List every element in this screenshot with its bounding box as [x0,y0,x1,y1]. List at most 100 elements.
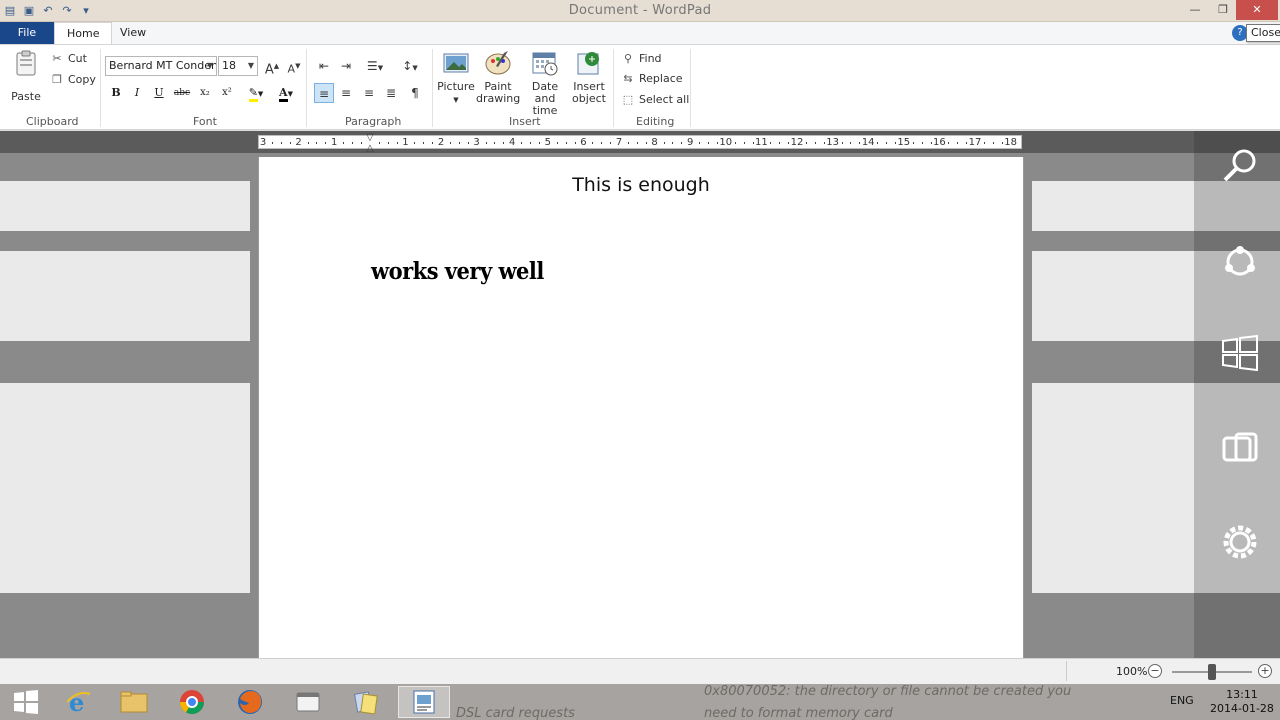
ruler-tick [672,142,674,144]
document-line-1[interactable]: This is enough [259,174,1023,196]
taskbar-wordpad[interactable] [398,686,450,718]
align-left-button[interactable]: ≡ [314,83,334,103]
ruler-label: 17 [968,137,982,148]
zoom-out-button[interactable]: − [1148,664,1162,678]
ruler-tick [538,142,540,144]
zoom-in-button[interactable]: + [1258,664,1272,678]
paint-palette-icon [485,51,511,75]
paste-icon [16,50,36,76]
shrink-font-button[interactable]: A▼ [284,56,304,76]
taskbar-paint-app[interactable] [340,686,392,718]
devices-charm-icon[interactable] [1220,428,1260,468]
ruler-tick [992,142,994,144]
clock-time: 13:11 [1226,688,1258,701]
share-charm-icon[interactable] [1220,242,1260,282]
ruler-label: 4 [509,137,516,148]
zoom-level: 100% [1116,665,1148,678]
text-color-button[interactable]: A▼ [272,83,300,103]
document-page[interactable]: This is enough works very well [258,157,1024,658]
align-center-button[interactable]: ≡ [336,83,356,103]
select-all-button[interactable]: ⬚ Select all [621,91,690,109]
ruler-label: 6 [580,137,587,148]
system-clock[interactable]: 13:11 2014-01-28 [1210,688,1274,716]
zoom-slider-thumb[interactable] [1208,664,1216,680]
ruler-tick [886,142,887,144]
ruler-label: 7 [615,137,623,148]
find-label: Find [639,52,662,65]
minimize-button[interactable]: — [1180,0,1210,20]
status-divider [1066,661,1067,681]
copy-button[interactable]: ❐ Copy [50,71,96,89]
ruler-tick [752,142,754,144]
bold-button[interactable]: B [106,83,126,103]
taskbar-file-explorer[interactable] [108,686,160,718]
tab-home[interactable]: Home [54,22,113,45]
paint-drawing-button[interactable]: Paint drawing [476,49,520,105]
ruler-tick [681,142,683,144]
ruler-tick [779,142,781,144]
ruler-tick [823,142,825,144]
paste-button[interactable]: Paste [8,49,44,103]
align-right-button[interactable]: ≡ [359,83,379,103]
date-time-button[interactable]: Date and time [520,49,570,117]
ruler-tick [627,142,629,144]
ruler-tick [307,142,309,144]
ribbon-divider [100,49,101,127]
start-button[interactable] [0,686,52,718]
ruler-tick [663,142,665,144]
strikethrough-button[interactable]: abc [172,83,192,103]
ruler-tick [930,142,932,144]
ruler-label: 10 [719,137,733,148]
insert-picture-button[interactable]: Picture ▼ [437,49,475,106]
cut-button[interactable]: ✂ Cut [50,50,87,68]
decrease-indent-button[interactable]: ⇤ [314,56,334,76]
maximize-button[interactable]: ❐ [1208,0,1238,20]
close-button[interactable]: ✕ [1236,0,1278,20]
ruler-tick [449,142,451,144]
search-charm-icon[interactable] [1220,146,1260,186]
ruler-tick [352,142,353,144]
taskbar-firefox[interactable] [224,686,276,718]
ruler-tick [503,142,505,144]
ruler-tick [610,142,612,144]
replace-button[interactable]: ⇆ Replace [621,70,682,88]
paragraph-dialog-button[interactable]: ¶ [405,83,425,103]
taskbar-internet-explorer[interactable]: e [52,686,104,718]
ruler-tick [574,142,576,144]
highlight-color-button[interactable]: ✎▼ [242,83,270,103]
settings-charm-icon[interactable] [1220,522,1260,562]
ruler-tick [805,142,807,144]
font-size-select[interactable]: 18 ▼ [218,56,258,76]
underline-button[interactable]: U [149,83,169,103]
taskbar-chrome[interactable] [166,686,218,718]
superscript-button[interactable]: x² [217,83,237,103]
ruler-tick [850,142,852,144]
ruler-label: 8 [651,137,658,148]
document-line-2[interactable]: works very well [371,257,544,285]
start-charm-icon[interactable] [1220,333,1260,373]
justify-button[interactable]: ≣ [381,83,401,103]
ruler-tick [921,142,923,144]
status-bar: 100% − + [0,658,1280,684]
ribbon: Paste ✂ Cut ❐ Copy Clipboard Bernard MT … [0,44,1280,130]
bullet-list-button[interactable]: ☰▼ [360,56,390,76]
input-language[interactable]: ENG [1170,694,1194,707]
tab-view[interactable]: View [108,22,158,44]
close-tooltip: Close [1246,24,1280,42]
increase-indent-button[interactable]: ⇥ [336,56,356,76]
tab-file[interactable]: File [0,22,54,44]
ruler-tick [592,142,594,144]
indent-marker[interactable]: ▽ △ [365,132,375,154]
app-window-icon [296,692,320,712]
ruler-label: 9 [687,137,694,148]
ribbon-divider [613,49,614,127]
find-button[interactable]: ⚲ Find [621,50,662,68]
subscript-button[interactable]: x₂ [195,83,215,103]
insert-object-button[interactable]: Insert object [570,49,608,105]
paragraph-group-label: Paragraph [345,115,402,128]
grow-font-button[interactable]: A▲ [262,56,282,77]
italic-button[interactable]: I [127,83,147,103]
font-family-select[interactable]: Bernard MT Conden ▼ [105,56,217,76]
taskbar-window-switcher[interactable] [282,686,334,718]
line-spacing-button[interactable]: ↕▼ [396,56,424,76]
